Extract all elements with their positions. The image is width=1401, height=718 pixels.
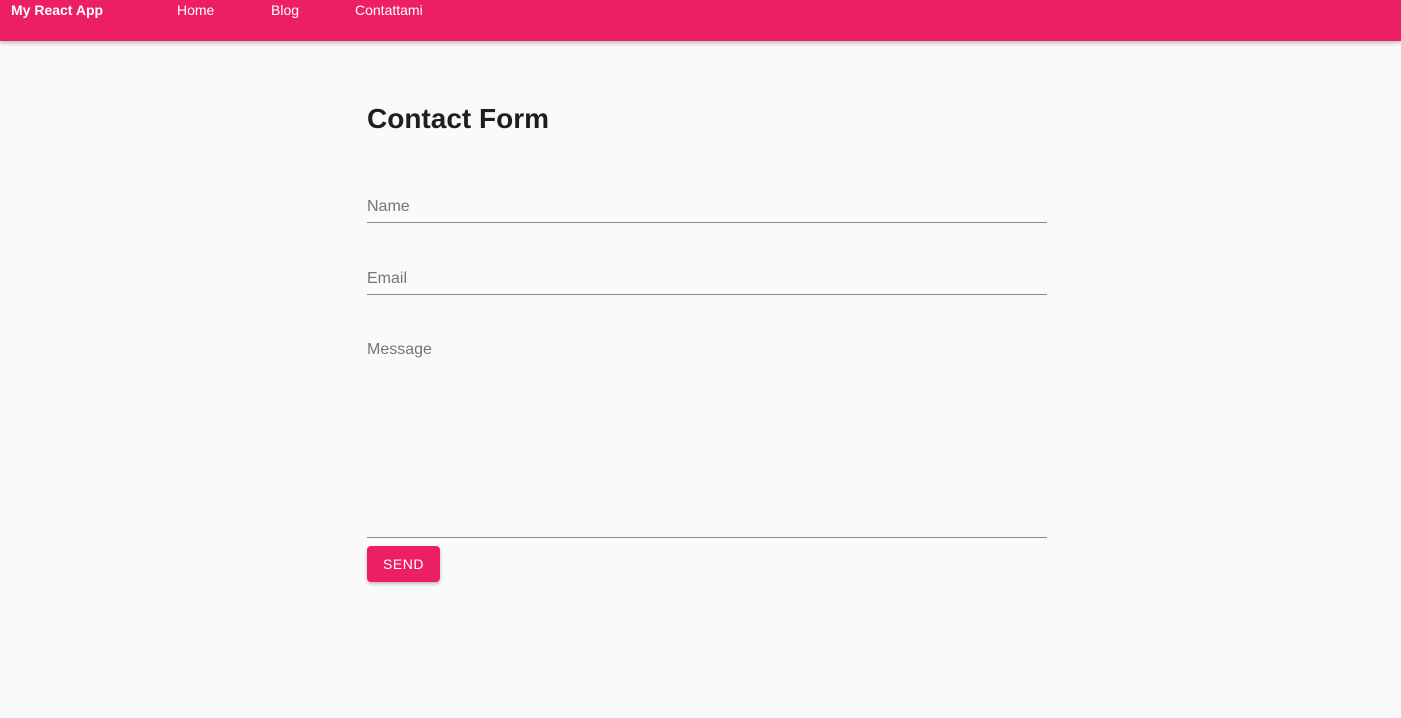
page-title: Contact Form (367, 103, 549, 134)
nav-link-home[interactable]: Home (177, 2, 214, 18)
message-textarea[interactable] (367, 340, 1047, 530)
app-bar: My React App Home Blog Contattami (0, 0, 1401, 41)
name-field (367, 196, 1047, 223)
nav-link-contattami[interactable]: Contattami (355, 2, 423, 18)
email-input[interactable] (367, 268, 1047, 290)
name-input[interactable] (367, 196, 1047, 218)
email-field (367, 268, 1047, 295)
send-button[interactable]: SEND (367, 546, 440, 582)
message-field (367, 340, 1047, 538)
brand-logo[interactable]: My React App (11, 2, 103, 18)
nav-link-blog[interactable]: Blog (271, 2, 299, 18)
